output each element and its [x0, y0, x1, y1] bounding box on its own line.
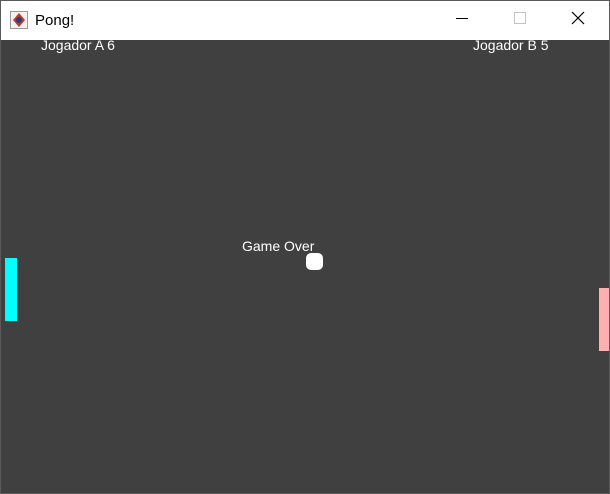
player-b-score: Jogador B 5	[473, 37, 549, 53]
close-icon	[571, 11, 585, 30]
title-bar[interactable]: Pong!	[1, 1, 609, 39]
game-canvas[interactable]: Jogador A 6 Jogador B 5 Game Over	[1, 37, 609, 493]
right-paddle	[599, 288, 609, 351]
player-a-score: Jogador A 6	[41, 37, 115, 53]
window-title: Pong!	[35, 12, 75, 29]
java-app-icon[interactable]	[10, 11, 28, 29]
close-button[interactable]	[549, 1, 607, 39]
game-over-text: Game Over	[242, 238, 315, 254]
game-window: Pong! Jogador A 6 Jogador B 5 Game Over	[0, 0, 610, 494]
ball	[306, 253, 323, 270]
left-paddle	[5, 258, 17, 321]
maximize-icon	[514, 11, 526, 29]
minimize-icon	[456, 11, 468, 29]
maximize-button[interactable]	[491, 1, 549, 39]
minimize-button[interactable]	[433, 1, 491, 39]
